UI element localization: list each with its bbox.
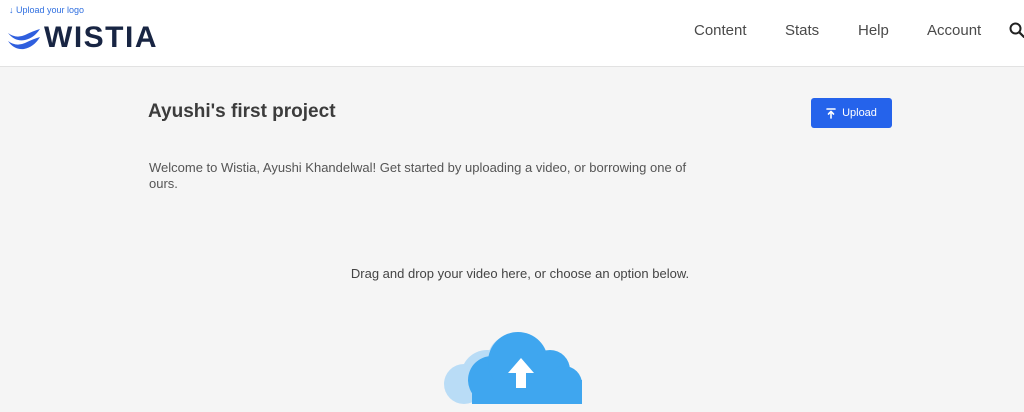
drag-drop-instructions: Drag and drop your video here, or choose… (350, 266, 690, 281)
wistia-logo-icon (8, 29, 40, 50)
nav-item-account[interactable]: Account (927, 21, 981, 41)
brand-name: WISTIA (44, 21, 158, 54)
upload-button-label: Upload (842, 107, 877, 119)
welcome-message: Welcome to Wistia, Ayushi Khandelwal! Ge… (149, 160, 687, 191)
top-navigation-bar: ↓ Upload your logo WISTIA Content Stats … (0, 0, 1024, 67)
nav-item-help[interactable]: Help (858, 21, 889, 41)
wistia-logo[interactable]: WISTIA (7, 21, 158, 54)
upload-arrow-icon (826, 107, 836, 119)
project-title: Ayushi's first project (148, 101, 336, 122)
upload-logo-link[interactable]: ↓ Upload your logo (9, 5, 84, 15)
nav-item-stats[interactable]: Stats (785, 21, 819, 41)
nav-item-content[interactable]: Content (694, 21, 747, 41)
search-icon[interactable] (1009, 22, 1024, 38)
upload-button[interactable]: Upload (811, 98, 892, 128)
cloud-upload-icon[interactable] (442, 324, 584, 404)
